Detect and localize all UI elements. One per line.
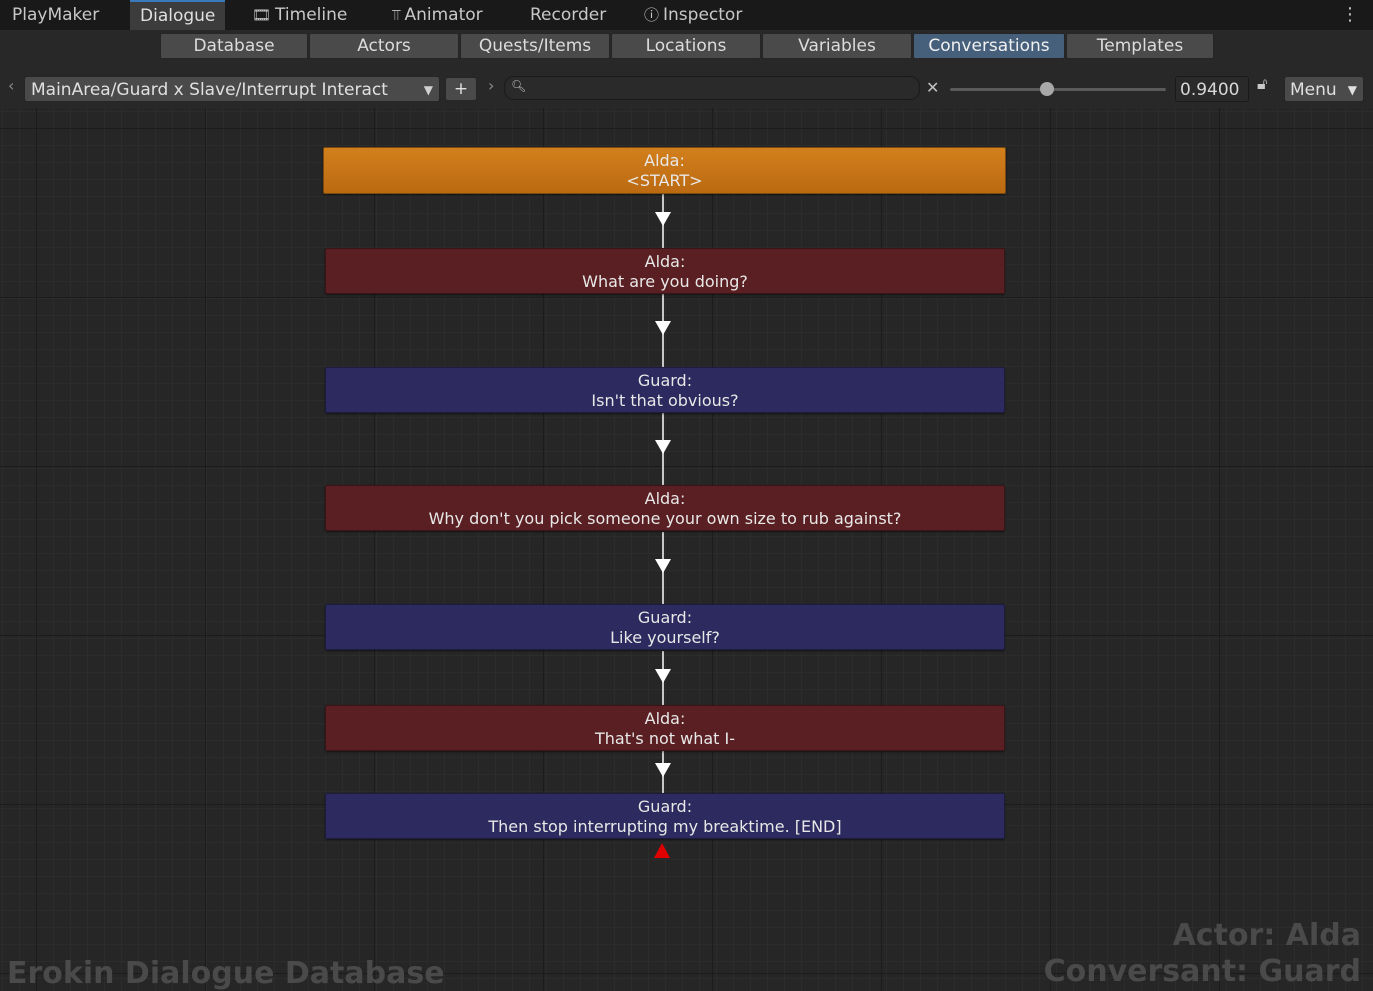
tab-recorder[interactable]: Recorder [530, 0, 606, 30]
dialogue-node[interactable]: Guard: Isn't that obvious? [325, 367, 1005, 413]
link-arrow-icon[interactable] [655, 669, 671, 683]
node-text: Why don't you pick someone your own size… [428, 509, 902, 528]
node-text: <START> [626, 171, 703, 190]
conversant-watermark: Conversant: Guard [1043, 954, 1361, 989]
zoom-slider[interactable] [950, 82, 1166, 96]
dialogue-node-end[interactable]: Guard: Then stop interrupting my breakti… [325, 793, 1005, 839]
dialogue-node[interactable]: Guard: Like yourself? [325, 604, 1005, 650]
end-marker-icon [654, 843, 670, 858]
node-speaker: Guard: [637, 371, 693, 390]
tab-label: Recorder [530, 5, 607, 25]
section-tabs: Database Actors Quests/Items Locations V… [160, 33, 1215, 59]
tab-quests-items[interactable]: Quests/Items [460, 33, 610, 59]
tab-dialogue[interactable]: Dialogue [130, 0, 226, 30]
node-text: Isn't that obvious? [591, 391, 739, 410]
node-text: What are you doing? [582, 272, 748, 291]
tab-label: Dialogue [140, 6, 216, 26]
tab-timeline[interactable]: 🎞︎ Timeline [252, 0, 347, 30]
tab-playmaker[interactable]: PlayMaker [12, 0, 99, 30]
dialogue-node[interactable]: Alda: What are you doing? [325, 248, 1005, 294]
menu-label: Menu [1290, 80, 1337, 100]
dialogue-editor-window: PlayMaker Dialogue 🎞︎ Timeline ⫪ Animator … [0, 0, 1373, 991]
film-icon: 🎞︎ [252, 6, 272, 24]
link-arrow-icon[interactable] [655, 321, 671, 335]
dialogue-node[interactable]: Alda: That's not what I- [325, 705, 1005, 751]
previous-arrow-icon[interactable]: ‹ [8, 76, 14, 95]
zoom-slider-handle[interactable] [1040, 82, 1055, 96]
tab-label: PlayMaker [12, 5, 100, 25]
node-speaker: Guard: [637, 608, 693, 627]
chevron-down-icon: ▼ [423, 83, 433, 97]
node-speaker: Alda: [644, 489, 686, 508]
tab-inspector[interactable]: ⓘ Inspector [644, 0, 742, 30]
conversation-title: MainArea/Guard x Slave/Interrupt Interac… [31, 80, 388, 100]
animator-icon: ⫪ [392, 6, 401, 24]
tab-label: Animator [404, 5, 483, 25]
tab-conversations[interactable]: Conversations [913, 33, 1065, 59]
tab-actors[interactable]: Actors [309, 33, 459, 59]
node-canvas[interactable]: Alda: <START> Alda: What are you doing? … [0, 108, 1373, 991]
tab-locations[interactable]: Locations [611, 33, 761, 59]
tab-database[interactable]: Database [160, 33, 308, 59]
tab-templates[interactable]: Templates [1066, 33, 1214, 59]
link-arrow-icon[interactable] [655, 559, 671, 573]
database-name-watermark: Erokin Dialogue Database [7, 956, 445, 991]
link-arrow-icon[interactable] [655, 763, 671, 777]
link-arrow-icon[interactable] [655, 212, 671, 226]
node-speaker: Alda: [644, 709, 686, 728]
menu-dropdown[interactable]: Menu ▼ [1284, 76, 1364, 102]
conversation-toolbar: ‹ MainArea/Guard x Slave/Interrupt Inter… [0, 70, 1373, 110]
dialogue-node[interactable]: Alda: Why don't you pick someone your ow… [325, 485, 1005, 531]
tab-label: Inspector [663, 5, 743, 25]
zoom-value-field[interactable]: 0.9400 [1175, 76, 1249, 102]
actor-watermark: Actor: Alda [1172, 918, 1361, 953]
info-icon: ⓘ [644, 6, 660, 24]
node-text: Then stop interrupting my breaktime. [EN… [488, 817, 842, 836]
tab-variables[interactable]: Variables [762, 33, 912, 59]
add-conversation-button[interactable]: + [445, 77, 477, 101]
node-speaker: Guard: [637, 797, 693, 816]
link-arrow-icon[interactable] [655, 440, 671, 454]
lock-icon[interactable]: 🔓︎ [1257, 74, 1267, 94]
window-tab-bar: PlayMaker Dialogue 🎞︎ Timeline ⫪ Animator … [0, 0, 1373, 31]
search-box[interactable]: 🔍︎ [504, 76, 920, 100]
clear-search-icon[interactable]: ✕ [926, 78, 939, 97]
node-text: That's not what I- [595, 729, 735, 748]
more-options-icon[interactable]: ⋮ [1341, 3, 1359, 27]
dialogue-node-start[interactable]: Alda: <START> [323, 147, 1006, 194]
node-speaker: Alda: [644, 252, 686, 271]
section-tab-row: Database Actors Quests/Items Locations V… [0, 30, 1373, 63]
next-arrow-icon[interactable]: › [488, 76, 494, 95]
conversation-dropdown[interactable]: MainArea/Guard x Slave/Interrupt Interac… [24, 76, 440, 102]
tab-label: Timeline [275, 5, 348, 25]
node-text: Like yourself? [610, 628, 720, 647]
chevron-down-icon: ▼ [1347, 83, 1357, 97]
tab-animator[interactable]: ⫪ Animator [392, 0, 483, 30]
node-speaker: Alda: [644, 151, 685, 170]
search-icon: 🔍︎ [511, 79, 527, 93]
search-input[interactable] [527, 77, 911, 99]
